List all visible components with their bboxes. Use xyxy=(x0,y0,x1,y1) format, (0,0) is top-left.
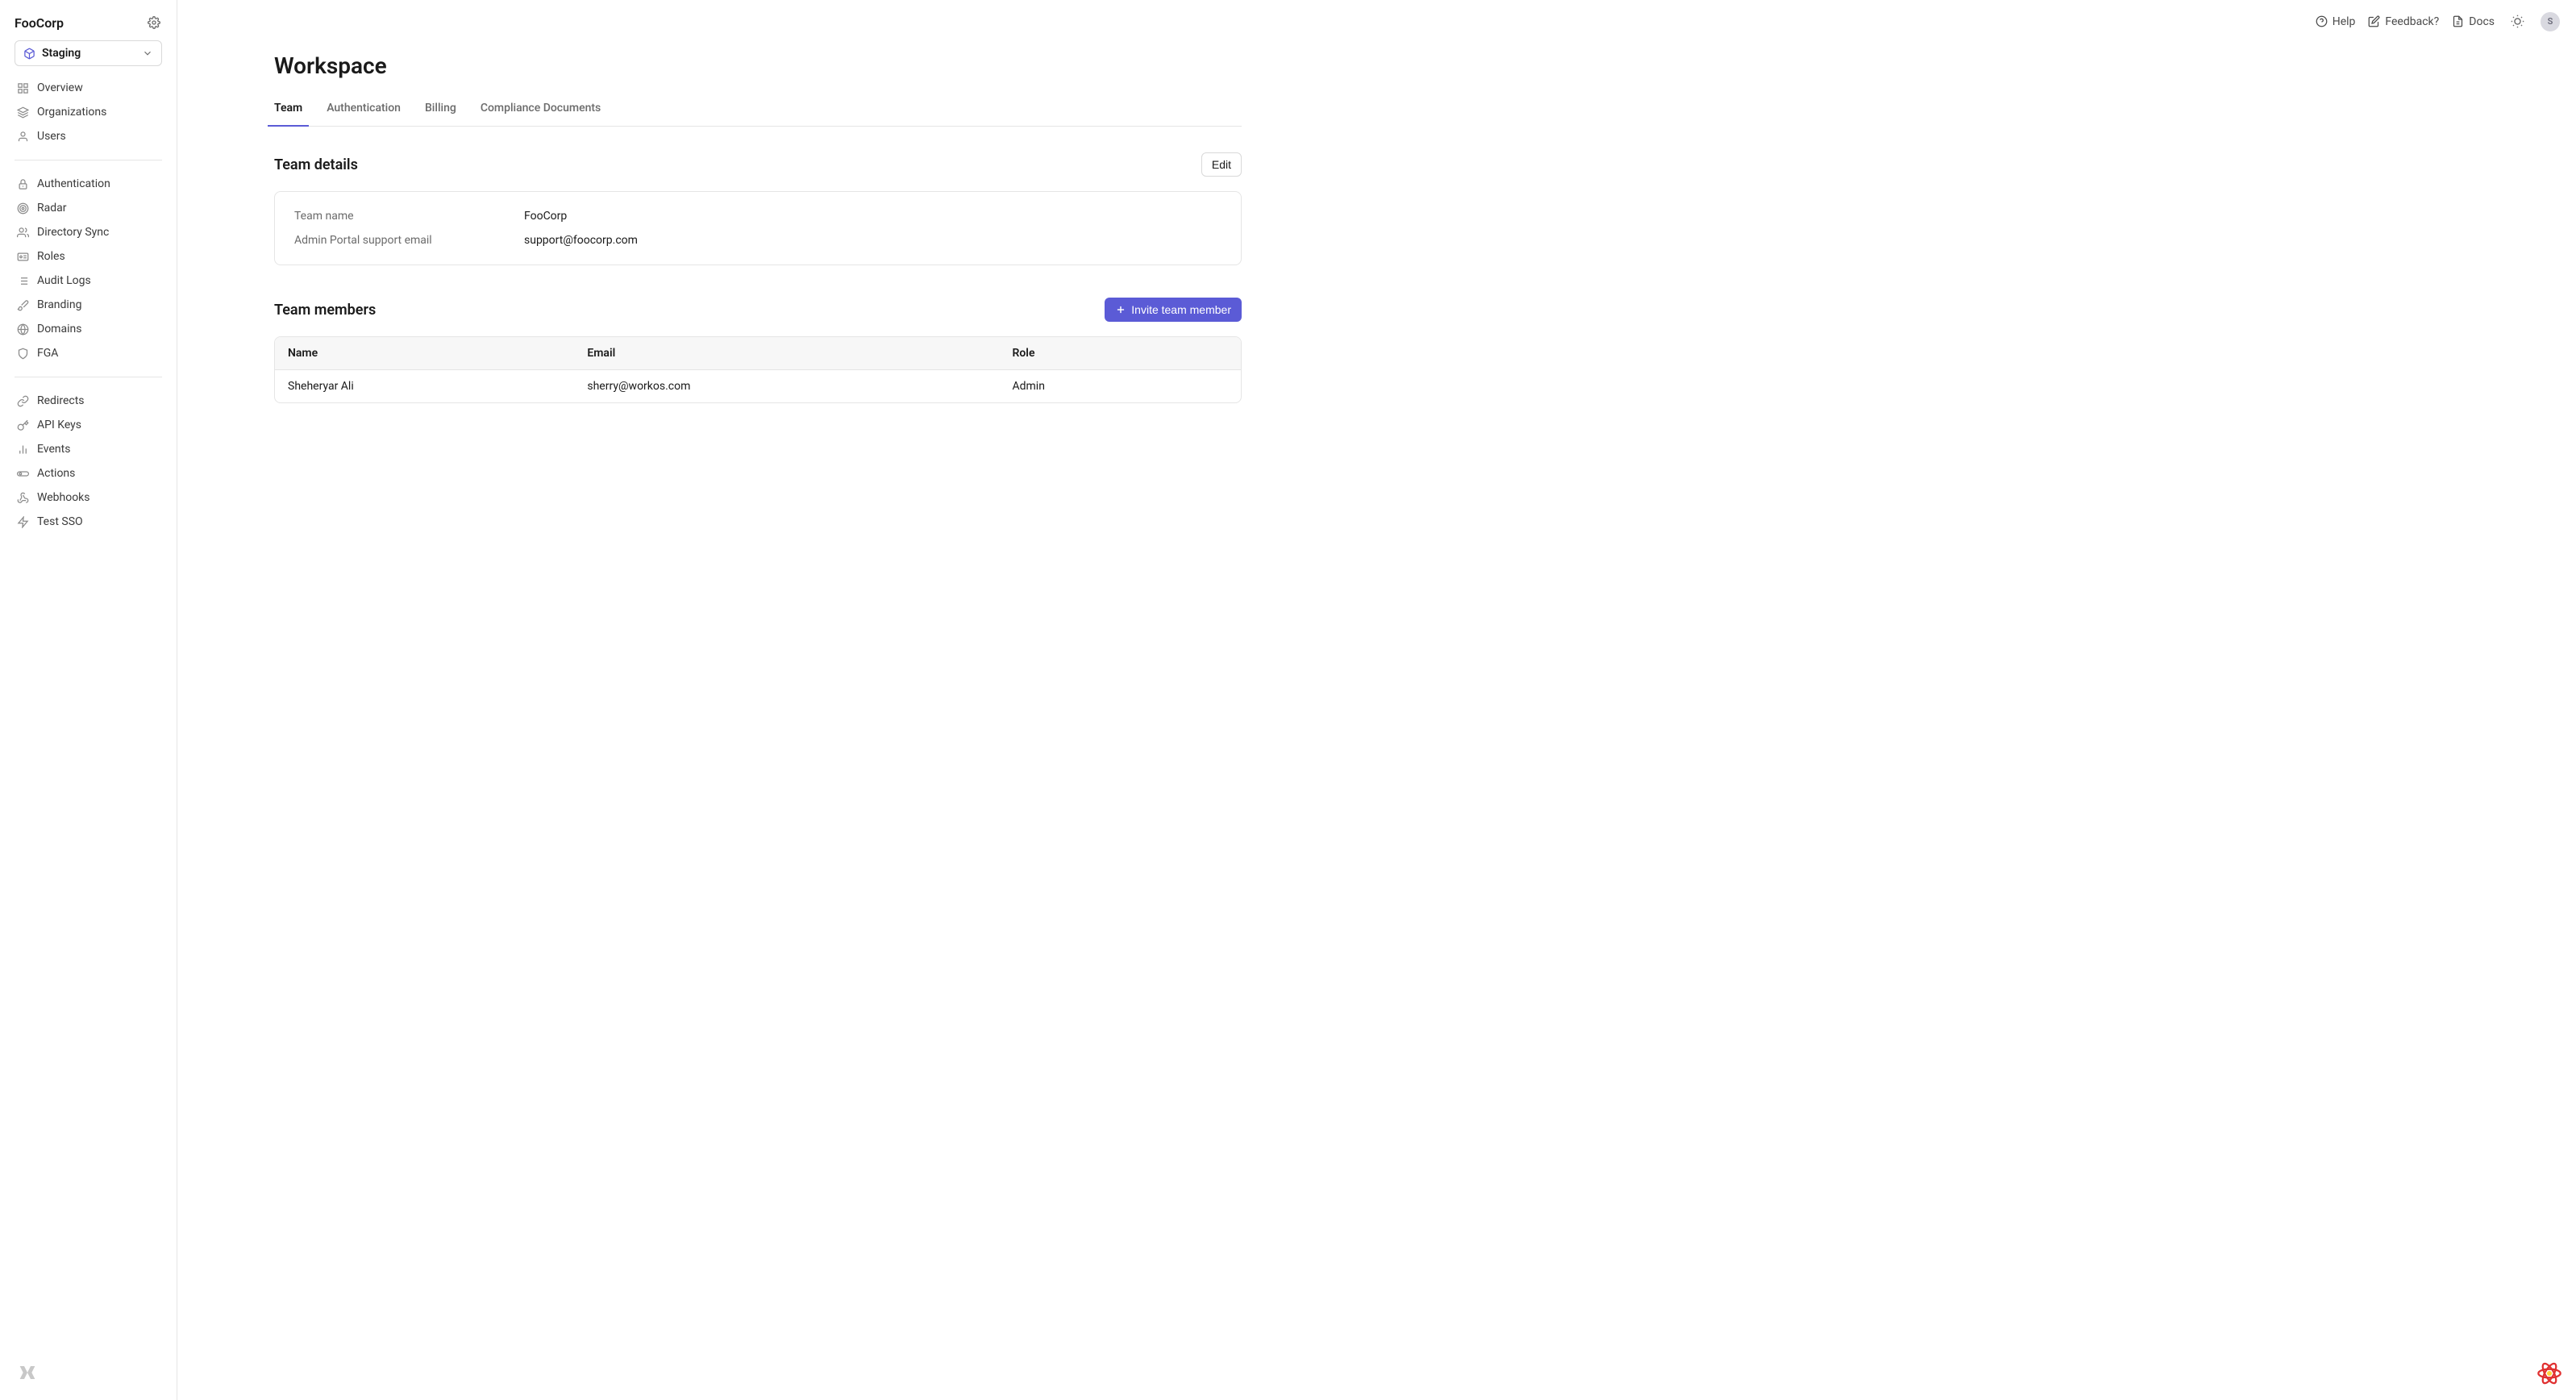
sidebar-item-label: Redirects xyxy=(37,394,85,407)
edit-icon xyxy=(2368,15,2380,27)
sidebar-item-label: Radar xyxy=(37,202,67,215)
sidebar-item-label: Domains xyxy=(37,323,81,335)
tab-team[interactable]: Team xyxy=(274,102,302,126)
sidebar-item-radar[interactable]: Radar xyxy=(8,196,169,220)
dev-tools-badge[interactable] xyxy=(2534,1358,2565,1389)
settings-button[interactable] xyxy=(146,15,162,31)
grid-icon xyxy=(16,81,29,94)
edit-button[interactable]: Edit xyxy=(1201,152,1242,177)
column-email: Email xyxy=(574,337,999,369)
sidebar-item-authentication[interactable]: Authentication xyxy=(8,172,169,196)
feedback-link[interactable]: Feedback? xyxy=(2368,15,2439,28)
sidebar-item-label: Organizations xyxy=(37,106,106,119)
theme-toggle[interactable] xyxy=(2507,11,2528,31)
brush-icon xyxy=(16,298,29,311)
cell-role: Admin xyxy=(999,370,1241,402)
detail-label: Admin Portal support email xyxy=(294,234,524,247)
sidebar-item-label: Users xyxy=(37,130,66,143)
page-title: Workspace xyxy=(274,52,1242,79)
sidebar-item-label: Authentication xyxy=(37,177,110,190)
sidebar-item-overview[interactable]: Overview xyxy=(8,76,169,100)
list-icon xyxy=(16,274,29,287)
invite-member-button[interactable]: Invite team member xyxy=(1105,298,1242,322)
chart-icon xyxy=(16,443,29,456)
team-details-heading: Team details xyxy=(274,156,358,173)
sidebar-item-label: Roles xyxy=(37,250,65,263)
docs-link[interactable]: Docs xyxy=(2452,15,2495,28)
detail-value: support@foocorp.com xyxy=(524,234,638,247)
sun-icon xyxy=(2511,15,2524,28)
workos-logo xyxy=(15,1360,162,1385)
sidebar-item-events[interactable]: Events xyxy=(8,437,169,461)
org-name: FooCorp xyxy=(15,15,64,31)
webhook-icon xyxy=(16,491,29,504)
tab-compliance[interactable]: Compliance Documents xyxy=(481,102,601,126)
detail-row: Team nameFooCorp xyxy=(294,210,1221,223)
globe-icon xyxy=(16,323,29,335)
sidebar-item-test-sso[interactable]: Test SSO xyxy=(8,510,169,534)
members-table: Name Email Role Sheheryar Alisherry@work… xyxy=(274,336,1242,403)
id-icon xyxy=(16,250,29,263)
file-icon xyxy=(2452,15,2464,27)
environment-label: Staging xyxy=(42,47,81,60)
sidebar-item-label: Test SSO xyxy=(37,515,83,528)
sidebar-item-actions[interactable]: Actions xyxy=(8,461,169,485)
main: Help Feedback? Docs S Workspace Team Auth… xyxy=(177,0,2576,1400)
sidebar-item-fga[interactable]: FGA xyxy=(8,341,169,365)
help-icon xyxy=(2316,15,2328,27)
detail-value: FooCorp xyxy=(524,210,567,223)
detail-row: Admin Portal support emailsupport@foocor… xyxy=(294,234,1221,247)
switch-icon xyxy=(16,467,29,480)
key-icon xyxy=(16,419,29,431)
sidebar-item-label: Webhooks xyxy=(37,491,90,504)
sidebar-item-webhooks[interactable]: Webhooks xyxy=(8,485,169,510)
team-members-heading: Team members xyxy=(274,302,376,319)
sidebar-item-api-keys[interactable]: API Keys xyxy=(8,413,169,437)
tabs: Team Authentication Billing Compliance Docu… xyxy=(274,102,1242,127)
sidebar-item-organizations[interactable]: Organizations xyxy=(8,100,169,124)
cube-icon xyxy=(23,48,35,60)
sidebar-item-label: Actions xyxy=(37,467,75,480)
cell-name: Sheheryar Ali xyxy=(275,370,574,402)
link-icon xyxy=(16,394,29,407)
radar-icon xyxy=(16,202,29,215)
sidebar-item-label: Branding xyxy=(37,298,81,311)
tab-authentication[interactable]: Authentication xyxy=(327,102,401,126)
detail-label: Team name xyxy=(294,210,524,223)
sidebar-item-label: Overview xyxy=(37,81,83,94)
layers-icon xyxy=(16,106,29,119)
team-details-card: Team nameFooCorpAdmin Portal support ema… xyxy=(274,191,1242,265)
table-header: Name Email Role xyxy=(275,337,1241,370)
chevron-down-icon xyxy=(142,48,153,59)
sidebar-item-directory-sync[interactable]: Directory Sync xyxy=(8,220,169,244)
sidebar-item-label: API Keys xyxy=(37,419,81,431)
table-row[interactable]: Sheheryar Alisherry@workos.comAdmin xyxy=(275,370,1241,402)
people-icon xyxy=(16,226,29,239)
column-role: Role xyxy=(999,337,1241,369)
sidebar-item-users[interactable]: Users xyxy=(8,124,169,148)
sidebar-item-roles[interactable]: Roles xyxy=(8,244,169,269)
bolt-icon xyxy=(16,515,29,528)
sidebar: FooCorp Staging Overview Organizations Use… xyxy=(0,0,177,1400)
plus-icon xyxy=(1115,304,1126,315)
sidebar-item-domains[interactable]: Domains xyxy=(8,317,169,341)
environment-selector[interactable]: Staging xyxy=(15,40,162,66)
lock-icon xyxy=(16,177,29,190)
column-name: Name xyxy=(275,337,574,369)
gear-icon xyxy=(148,16,160,29)
avatar[interactable]: S xyxy=(2541,12,2560,31)
sidebar-item-audit-logs[interactable]: Audit Logs xyxy=(8,269,169,293)
tab-billing[interactable]: Billing xyxy=(425,102,456,126)
sidebar-item-branding[interactable]: Branding xyxy=(8,293,169,317)
sidebar-item-label: Audit Logs xyxy=(37,274,91,287)
sidebar-item-label: FGA xyxy=(37,347,58,360)
topbar: Help Feedback? Docs S xyxy=(177,0,2576,43)
user-icon xyxy=(16,130,29,143)
help-link[interactable]: Help xyxy=(2316,15,2356,28)
shield-icon xyxy=(16,347,29,360)
sidebar-item-label: Directory Sync xyxy=(37,226,109,239)
cell-email: sherry@workos.com xyxy=(574,370,999,402)
sidebar-item-redirects[interactable]: Redirects xyxy=(8,389,169,413)
sidebar-item-label: Events xyxy=(37,443,70,456)
